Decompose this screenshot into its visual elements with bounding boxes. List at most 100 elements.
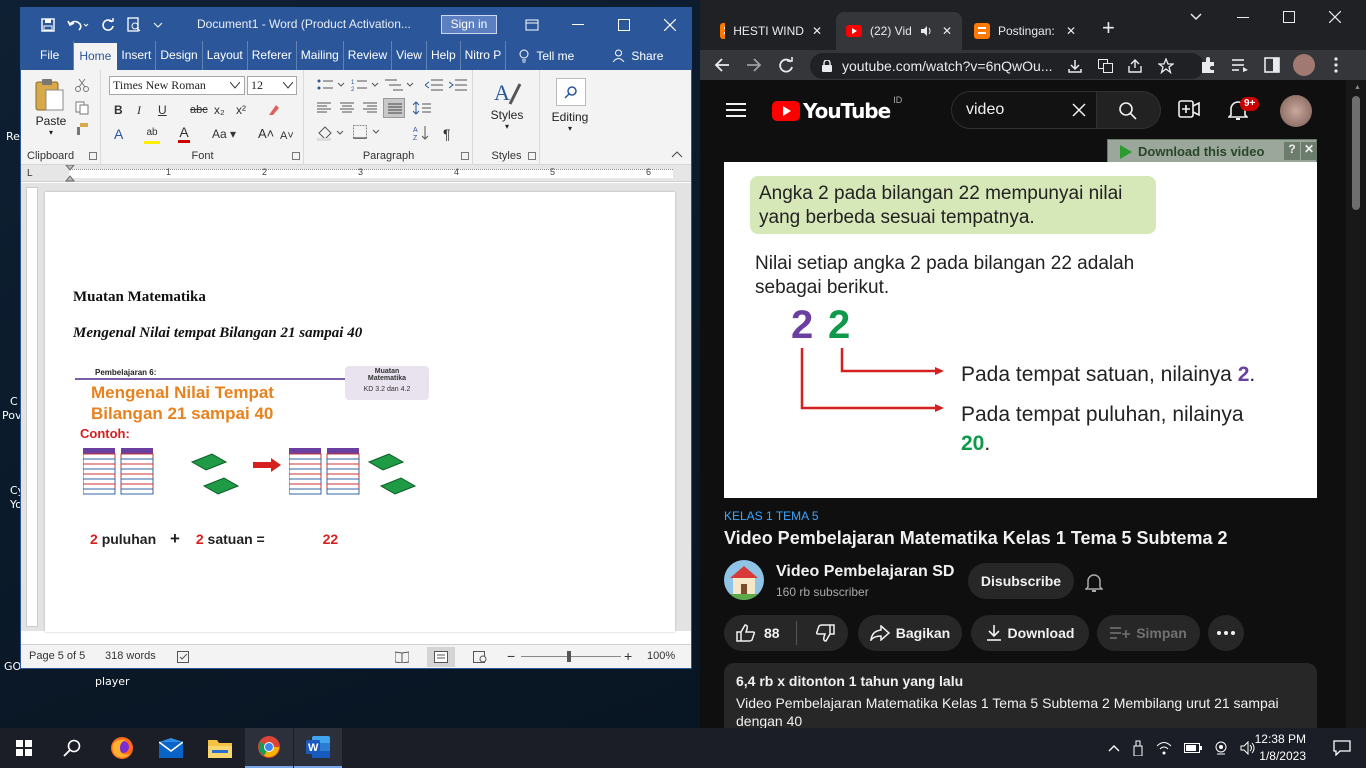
- desktop-label[interactable]: GO: [4, 660, 21, 673]
- borders-icon[interactable]: [353, 125, 381, 139]
- notification-center-button[interactable]: [1318, 728, 1366, 768]
- chevron-up-icon[interactable]: [1108, 744, 1120, 752]
- tell-me-box[interactable]: Tell me: [506, 41, 574, 70]
- channel-name[interactable]: Video Pembelajaran SD: [776, 563, 954, 581]
- copy-icon[interactable]: [75, 101, 89, 115]
- clock[interactable]: 12:38 PM 1/8/2023: [1254, 728, 1306, 768]
- download-button[interactable]: Download: [971, 615, 1089, 651]
- clear-formatting-icon[interactable]: [266, 103, 280, 117]
- save-button[interactable]: Simpan: [1097, 615, 1200, 651]
- youtube-search-input[interactable]: video: [951, 91, 1097, 129]
- reload-icon[interactable]: [778, 57, 794, 73]
- horizontal-ruler[interactable]: L 1 2 3 4 5 6: [21, 165, 691, 182]
- strikethrough-button[interactable]: abc: [190, 102, 208, 118]
- vertical-ruler[interactable]: [26, 187, 38, 627]
- zoom-in-button[interactable]: +: [624, 648, 632, 664]
- thumbs-down-icon[interactable]: [815, 624, 835, 642]
- change-case-button[interactable]: Aa ▾: [212, 126, 236, 142]
- page-scrollbar[interactable]: ▲: [1346, 80, 1366, 728]
- maximize-icon[interactable]: [601, 8, 647, 41]
- numbering-icon[interactable]: 12: [351, 78, 381, 92]
- desktop-label[interactable]: player: [95, 675, 130, 688]
- sign-in-button[interactable]: Sign in: [441, 15, 497, 34]
- tab-layout[interactable]: Layout: [203, 41, 248, 70]
- wifi-icon[interactable]: [1156, 741, 1172, 755]
- print-preview-icon[interactable]: [127, 17, 141, 32]
- styles-button[interactable]: A Styles ▾: [484, 78, 530, 138]
- share-button[interactable]: Bagikan: [858, 615, 962, 651]
- profile-avatar[interactable]: [1293, 54, 1315, 76]
- editing-button[interactable]: Editing ▾: [546, 78, 594, 138]
- clear-search-icon[interactable]: [1072, 103, 1086, 117]
- zoom-slider-thumb[interactable]: [567, 651, 571, 662]
- decrease-indent-icon[interactable]: [425, 78, 443, 92]
- hamburger-menu-icon[interactable]: [726, 102, 746, 118]
- word-taskbar-icon[interactable]: W: [294, 728, 342, 768]
- youtube-search-button[interactable]: [1097, 91, 1161, 129]
- align-left-icon[interactable]: [317, 102, 331, 114]
- desktop-label[interactable]: Re: [6, 130, 20, 143]
- share-button[interactable]: Share: [574, 41, 663, 70]
- tab-close-icon[interactable]: ✕: [942, 24, 952, 38]
- help-icon[interactable]: ?: [1284, 142, 1300, 160]
- tab-review[interactable]: Review: [344, 41, 393, 70]
- new-tab-button[interactable]: +: [1102, 17, 1115, 39]
- bold-button[interactable]: B: [114, 102, 123, 118]
- document-page[interactable]: Muatan Matematika Mengenal Nilai tempat …: [45, 192, 675, 632]
- webcam-icon[interactable]: [1214, 741, 1228, 755]
- youtube-logo[interactable]: YouTube ID: [772, 95, 902, 123]
- justify-button[interactable]: [383, 98, 405, 118]
- save-icon[interactable]: [41, 17, 55, 32]
- notification-bell-icon[interactable]: [1085, 572, 1103, 592]
- share-icon[interactable]: [1128, 59, 1142, 73]
- superscript-button[interactable]: x²: [236, 102, 246, 118]
- increase-indent-icon[interactable]: [449, 78, 467, 92]
- tab-search-icon[interactable]: [1190, 13, 1202, 21]
- download-video-bar[interactable]: Download this video ? ✕: [1107, 139, 1317, 163]
- tab-file[interactable]: File: [21, 41, 75, 70]
- word-count[interactable]: 318 words: [105, 650, 156, 662]
- dialog-launcher-icon[interactable]: [292, 152, 300, 160]
- zoom-slider[interactable]: [521, 656, 621, 657]
- dialog-launcher-icon[interactable]: [461, 152, 469, 160]
- thumbs-up-icon[interactable]: [736, 624, 756, 642]
- video-category-link[interactable]: KELAS 1 TEMA 5: [724, 509, 819, 523]
- youtube-avatar[interactable]: [1280, 95, 1312, 127]
- collapse-ribbon-icon[interactable]: [671, 150, 683, 158]
- extensions-icon[interactable]: [1200, 56, 1216, 74]
- paste-button[interactable]: Paste ▾: [33, 78, 69, 138]
- page-count[interactable]: Page 5 of 5: [29, 650, 85, 662]
- tab-nitro[interactable]: Nitro P: [461, 41, 507, 70]
- font-color-button[interactable]: A: [178, 124, 190, 143]
- tab-insert[interactable]: Insert: [117, 41, 157, 70]
- forward-arrow-icon[interactable]: [746, 57, 762, 73]
- show-marks-button[interactable]: ¶: [443, 126, 451, 142]
- shrink-font-button[interactable]: A˅: [280, 128, 294, 144]
- back-arrow-icon[interactable]: [714, 57, 730, 73]
- proofing-icon[interactable]: [177, 651, 191, 663]
- shading-icon[interactable]: [317, 125, 345, 141]
- sort-icon[interactable]: AZ: [413, 125, 429, 141]
- desktop-label[interactable]: Pov: [2, 409, 21, 422]
- customize-qat-icon[interactable]: [153, 20, 163, 30]
- close-icon[interactable]: ✕: [1301, 142, 1317, 160]
- embedded-lesson-image[interactable]: Pembelajaran 6: Muatan Matematika KD 3.2…: [75, 366, 435, 556]
- start-button[interactable]: [0, 728, 48, 768]
- multilevel-list-icon[interactable]: [385, 78, 415, 92]
- text-effects-button[interactable]: A: [114, 126, 123, 142]
- tab-mailings[interactable]: Mailing: [297, 41, 344, 70]
- minimize-icon[interactable]: [1237, 17, 1249, 19]
- browser-tab-active[interactable]: (22) Vid ✕: [836, 12, 962, 50]
- scrollbar-thumb[interactable]: [1352, 96, 1360, 210]
- ribbon-display-icon[interactable]: [509, 8, 555, 41]
- chrome-taskbar-icon[interactable]: [245, 728, 293, 768]
- align-right-icon[interactable]: [363, 102, 377, 114]
- browser-tab[interactable]: HESTI WIND ✕: [710, 12, 832, 50]
- lock-icon[interactable]: [822, 60, 832, 72]
- subscribed-button[interactable]: Disubscribe: [968, 563, 1074, 599]
- tab-references[interactable]: Referer: [248, 41, 297, 70]
- read-mode-icon[interactable]: [395, 651, 409, 663]
- zoom-level[interactable]: 100%: [647, 650, 675, 662]
- address-bar[interactable]: youtube.com/watch?v=6nQwOu...: [810, 53, 1204, 79]
- bookmark-star-icon[interactable]: [1158, 58, 1174, 74]
